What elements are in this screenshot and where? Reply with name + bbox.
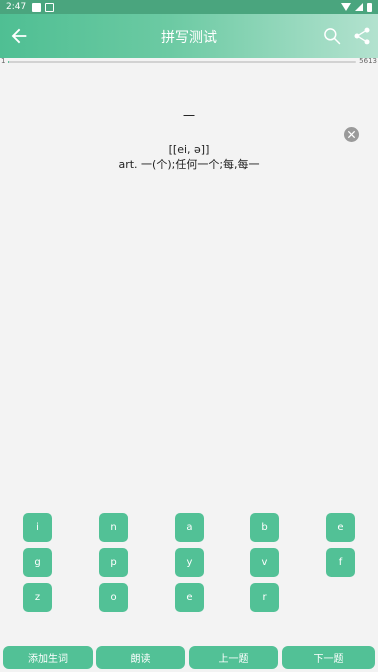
add-word-button[interactable]: 添加生词 — [3, 646, 93, 669]
answer-word: 一 — [182, 109, 195, 123]
progress-track[interactable] — [8, 61, 356, 63]
letter-key[interactable]: a — [175, 513, 204, 542]
search-icon[interactable] — [322, 26, 342, 46]
letter-key[interactable]: b — [250, 513, 279, 542]
battery-icon — [367, 2, 372, 12]
status-bar: 2:47 — [0, 0, 378, 14]
letter-key[interactable]: o — [99, 583, 128, 612]
notification-icon-2 — [45, 2, 55, 12]
app-bar: 拼写测试 — [0, 14, 378, 58]
share-icon[interactable] — [352, 26, 372, 46]
read-aloud-button[interactable]: 朗读 — [96, 646, 185, 669]
clear-button[interactable] — [344, 127, 359, 142]
close-icon — [347, 130, 356, 139]
progress-fill — [8, 61, 10, 63]
letter-key[interactable]: v — [250, 548, 279, 577]
letter-key[interactable]: i — [23, 513, 52, 542]
letter-key[interactable]: e — [326, 513, 355, 542]
word-area: 一 [[ei, ə]] art. 一(个);任何一个;每,每一 — [0, 108, 378, 172]
letter-key[interactable]: r — [250, 583, 279, 612]
next-question-button[interactable]: 下一题 — [282, 646, 375, 669]
notification-icon — [32, 2, 42, 12]
phonetic: [[ei, ə]] — [168, 143, 210, 156]
letter-key[interactable]: g — [23, 548, 52, 577]
letter-key[interactable]: p — [99, 548, 128, 577]
progress-start-label: 1 — [1, 57, 6, 65]
status-time: 2:47 — [6, 2, 27, 12]
previous-question-button[interactable]: 上一题 — [189, 646, 278, 669]
progress-end-label: 5613 — [359, 57, 377, 65]
letter-key[interactable]: y — [175, 548, 204, 577]
progress-bar[interactable]: 1 5613 — [0, 57, 378, 66]
letter-key[interactable]: z — [23, 583, 52, 612]
wifi-icon — [341, 3, 351, 11]
letter-key[interactable]: f — [326, 548, 355, 577]
letter-key[interactable]: e — [175, 583, 204, 612]
signal-icon — [355, 3, 363, 11]
meaning: art. 一(个);任何一个;每,每一 — [118, 158, 260, 171]
letter-key[interactable]: n — [99, 513, 128, 542]
